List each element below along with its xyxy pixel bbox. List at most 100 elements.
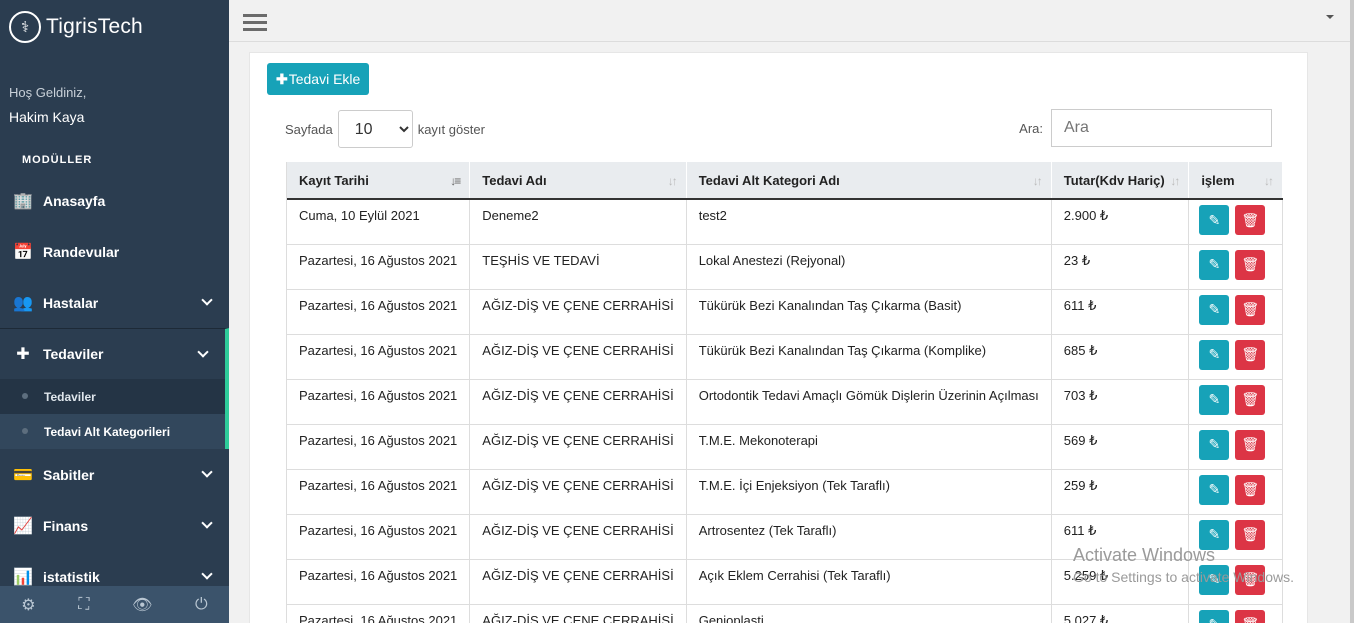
sidebar-subitem-label: Tedaviler xyxy=(44,389,96,404)
search-input[interactable] xyxy=(1051,109,1272,147)
delete-trash-icon[interactable]: 🗑 xyxy=(1235,249,1266,280)
hamburger-menu-icon[interactable] xyxy=(243,14,267,32)
cell-subcategory: Artrosentez (Tek Taraflı) xyxy=(686,514,1052,560)
cell-treatment: AĞIZ-DİŞ VE ÇENE CERRAHİSİ xyxy=(469,559,687,605)
cell-date: Pazartesi, 16 Ağustos 2021 xyxy=(287,244,471,290)
user-dropdown-caret-icon[interactable] xyxy=(1326,15,1334,19)
table-row: Pazartesi, 16 Ağustos 2021 AĞIZ-DİŞ VE Ç… xyxy=(287,604,1283,623)
page-scrollbar[interactable] xyxy=(1350,0,1354,623)
column-header-tutar[interactable]: Tutar(Kdv Hariç) ↓↑ xyxy=(1051,162,1190,200)
cell-date: Pazartesi, 16 Ağustos 2021 xyxy=(287,379,471,425)
cell-date: Pazartesi, 16 Ağustos 2021 xyxy=(287,514,471,560)
sort-desc-icon: ↓≡ xyxy=(450,174,461,188)
table-row: Pazartesi, 16 Ağustos 2021 TEŞHİS VE TED… xyxy=(287,244,1283,290)
column-header-islem[interactable]: işlem ↓↑ xyxy=(1188,162,1283,200)
table-header-row: Kayıt Tarihi ↓≡ Tedavi Adı ↓↑ Tedavi Alt… xyxy=(287,162,1283,200)
sidebar-subitem-label: Tedavi Alt Kategorileri xyxy=(44,424,171,439)
card-icon: 💳 xyxy=(13,466,33,484)
cell-actions: ✎🗑 xyxy=(1188,289,1283,335)
delete-trash-icon[interactable]: 🗑 xyxy=(1235,429,1266,460)
sidebar-item-tedaviler[interactable]: ✚ Tedaviler xyxy=(0,328,229,379)
delete-trash-icon[interactable]: 🗑 xyxy=(1235,294,1266,325)
edit-pencil-icon[interactable]: ✎ xyxy=(1199,609,1230,623)
delete-trash-icon[interactable]: 🗑 xyxy=(1235,474,1266,505)
cell-subcategory: Ortodontik Tedavi Amaçlı Gömük Dişlerin … xyxy=(686,379,1052,425)
delete-trash-icon[interactable]: 🗑 xyxy=(1235,519,1266,550)
delete-trash-icon[interactable]: 🗑 xyxy=(1235,205,1266,235)
search-control: Ara: xyxy=(1019,109,1272,147)
add-treatment-button[interactable]: ✚ Tedavi Ekle xyxy=(267,63,370,95)
delete-trash-icon[interactable]: 🗑 xyxy=(1235,384,1266,415)
activate-windows-title: Activate Windows xyxy=(1073,545,1216,565)
edit-pencil-icon[interactable]: ✎ xyxy=(1199,429,1230,460)
sidebar-item-randevular[interactable]: 📅 Randevular xyxy=(0,226,229,277)
column-header-tedavi-adi[interactable]: Tedavi Adı ↓↑ xyxy=(469,162,687,200)
chevron-down-icon xyxy=(201,568,213,580)
sidebar-subitem-tedavi-alt-kategorileri[interactable]: Tedavi Alt Kategorileri xyxy=(0,414,225,449)
cell-treatment: AĞIZ-DİŞ VE ÇENE CERRAHİSİ xyxy=(469,469,687,515)
delete-trash-icon[interactable]: 🗑 xyxy=(1235,609,1266,623)
sidebar-item-label: Sabitler xyxy=(43,466,95,483)
column-header-alt-kategori[interactable]: Tedavi Alt Kategori Adı ↓↑ xyxy=(686,162,1052,200)
sidebar-subitem-tedaviler[interactable]: Tedaviler xyxy=(0,379,225,414)
cell-subcategory: Tükürük Bezi Kanalından Taş Çıkarma (Bas… xyxy=(686,289,1052,335)
cell-actions: ✎🗑 xyxy=(1188,244,1283,290)
gear-icon[interactable]: ⚙ xyxy=(21,595,35,615)
cell-amount: 611 ₺ xyxy=(1051,289,1190,335)
chevron-down-icon xyxy=(201,517,213,529)
cell-date: Pazartesi, 16 Ağustos 2021 xyxy=(287,469,471,515)
eye-slash-icon[interactable]: 👁 xyxy=(132,595,152,615)
cell-subcategory: Genioplasti xyxy=(686,604,1052,623)
edit-pencil-icon[interactable]: ✎ xyxy=(1199,205,1230,235)
sidebar-item-sabitler[interactable]: 💳 Sabitler xyxy=(0,449,229,500)
cell-subcategory: T.M.E. Mekonoterapi xyxy=(686,424,1052,470)
add-treatment-label: Tedavi Ekle xyxy=(288,71,361,87)
table-row: Pazartesi, 16 Ağustos 2021 AĞIZ-DİŞ VE Ç… xyxy=(287,289,1283,335)
sidebar-menu: 🏢 Anasayfa 📅 Randevular 👥 Hastalar ✚ Ted… xyxy=(0,175,229,602)
edit-pencil-icon[interactable]: ✎ xyxy=(1199,384,1230,415)
cell-actions: ✎🗑 xyxy=(1188,334,1283,380)
delete-trash-icon[interactable]: 🗑 xyxy=(1235,339,1266,370)
chevron-down-icon xyxy=(201,294,213,306)
cell-treatment: AĞIZ-DİŞ VE ÇENE CERRAHİSİ xyxy=(469,334,687,380)
sort-icon: ↓↑ xyxy=(1170,174,1180,188)
edit-pencil-icon[interactable]: ✎ xyxy=(1199,294,1230,325)
sidebar-item-label: Anasayfa xyxy=(43,192,106,209)
welcome-text: Hoş Geldiniz, xyxy=(9,85,87,100)
length-suffix: kayıt göster xyxy=(417,121,485,137)
sidebar-item-label: Randevular xyxy=(43,243,120,260)
cell-actions: ✎🗑 xyxy=(1188,469,1283,515)
table-row: Pazartesi, 16 Ağustos 2021 AĞIZ-DİŞ VE Ç… xyxy=(287,469,1283,515)
brand-name: TigrisTech xyxy=(46,14,143,38)
edit-pencil-icon[interactable]: ✎ xyxy=(1199,249,1230,280)
edit-pencil-icon[interactable]: ✎ xyxy=(1199,474,1230,505)
sidebar-item-anasayfa[interactable]: 🏢 Anasayfa xyxy=(0,175,229,226)
cell-actions: ✎🗑 xyxy=(1188,199,1283,245)
sidebar-item-label: istatistik xyxy=(43,568,100,585)
cell-date: Pazartesi, 16 Ağustos 2021 xyxy=(287,334,471,380)
cell-date: Pazartesi, 16 Ağustos 2021 xyxy=(287,604,471,623)
page-length-select[interactable]: 10 xyxy=(337,110,413,148)
cell-subcategory: Tükürük Bezi Kanalından Taş Çıkarma (Kom… xyxy=(686,334,1052,380)
search-label: Ara: xyxy=(1019,120,1043,136)
cell-amount: 703 ₺ xyxy=(1051,379,1190,425)
power-icon[interactable]: ⏻ xyxy=(195,596,208,614)
fullscreen-icon[interactable]: ⛶ xyxy=(78,596,89,614)
stethoscope-icon: ⚕ xyxy=(9,10,41,43)
cell-actions: ✎🗑 xyxy=(1188,604,1283,623)
content-panel: ✚ Tedavi Ekle Sayfada 10 kayıt göster Ar… xyxy=(249,52,1308,623)
cell-subcategory: Açık Eklem Cerrahisi (Tek Taraflı) xyxy=(686,559,1052,605)
user-name: Hakim Kaya xyxy=(9,109,85,125)
column-header-kayit-tarihi[interactable]: Kayıt Tarihi ↓≡ xyxy=(287,162,471,200)
cell-amount: 5.027 ₺ xyxy=(1051,604,1190,623)
edit-pencil-icon[interactable]: ✎ xyxy=(1199,339,1230,370)
sidebar-item-hastalar[interactable]: 👥 Hastalar xyxy=(0,277,229,328)
cell-subcategory: test2 xyxy=(686,199,1052,245)
page-length-control: Sayfada 10 kayıt göster xyxy=(285,110,485,148)
line-chart-icon: 📈 xyxy=(13,517,33,535)
cell-date: Cuma, 10 Eylül 2021 xyxy=(287,199,471,245)
cell-treatment: TEŞHİS VE TEDAVİ xyxy=(469,244,687,290)
brand[interactable]: ⚕ TigrisTech xyxy=(0,0,229,53)
cell-subcategory: Lokal Anestezi (Rejyonal) xyxy=(686,244,1052,290)
sidebar-item-finans[interactable]: 📈 Finans xyxy=(0,500,229,551)
